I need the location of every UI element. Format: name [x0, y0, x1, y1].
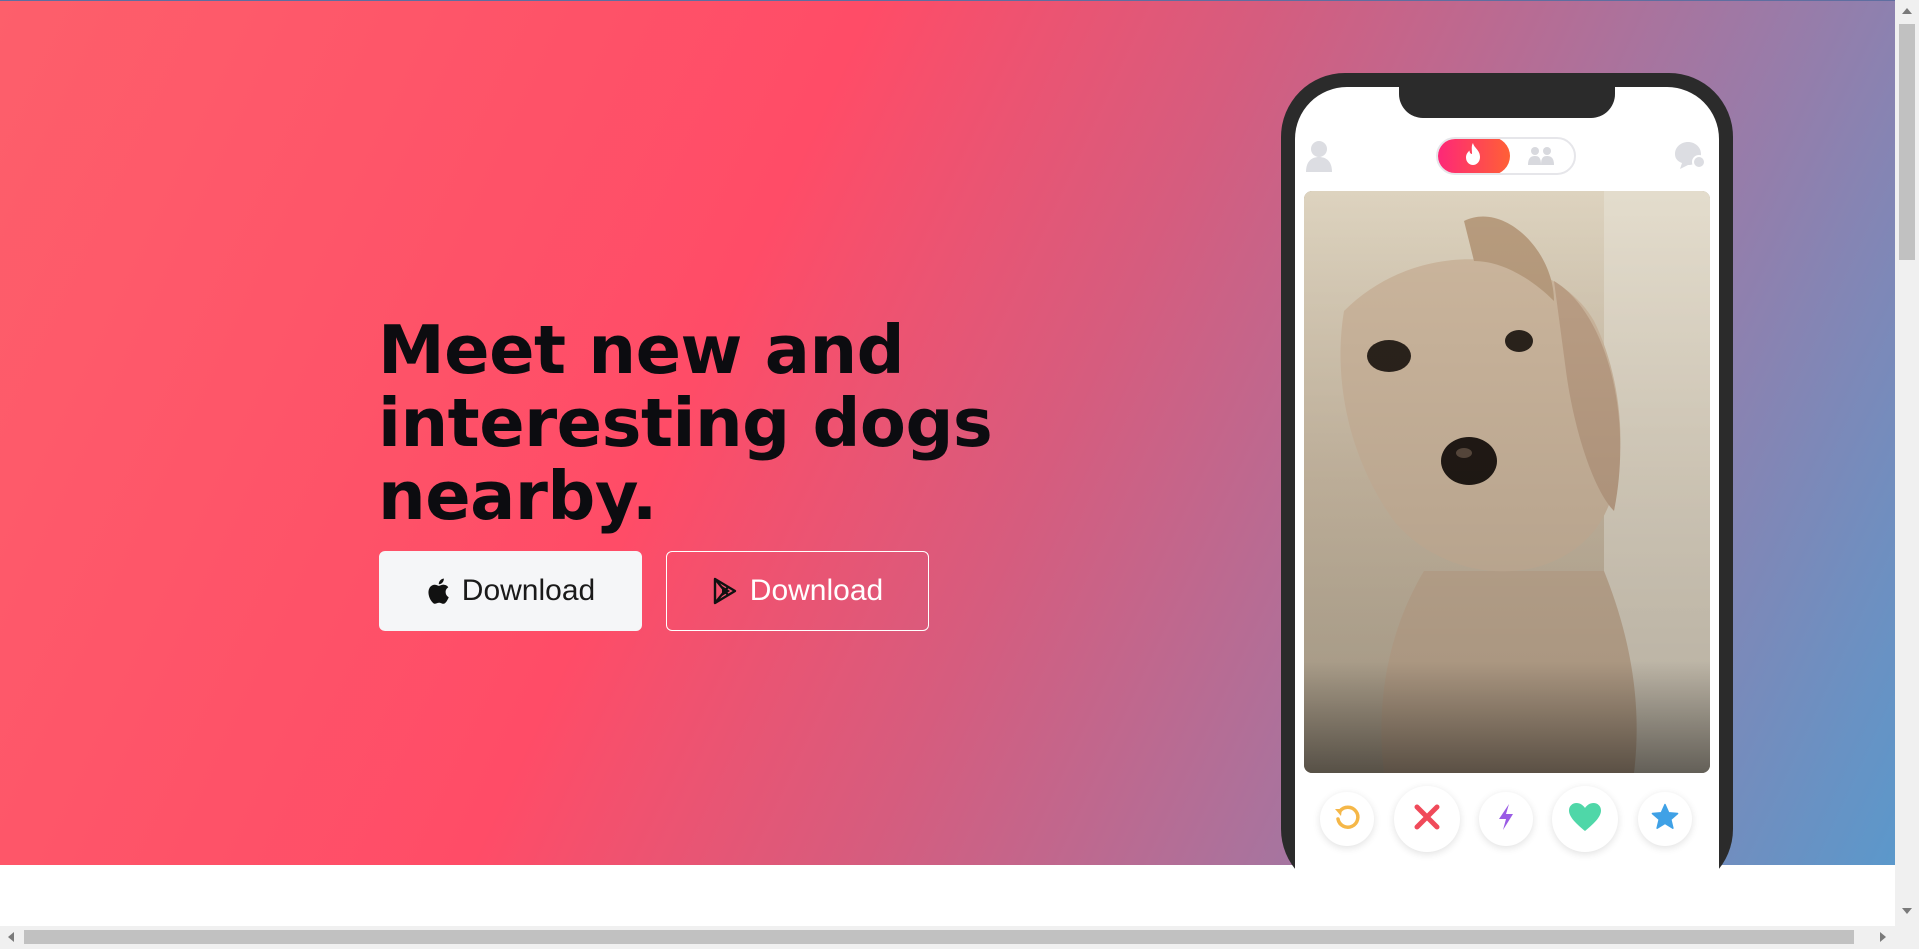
- vertical-scrollbar[interactable]: [1895, 0, 1919, 926]
- scroll-right-arrow-icon[interactable]: [1880, 932, 1886, 942]
- profile-icon[interactable]: [1305, 139, 1333, 177]
- nope-icon: [1412, 802, 1442, 836]
- boost-button[interactable]: [1479, 792, 1533, 846]
- social-mode-icon[interactable]: [1526, 145, 1556, 171]
- hero-headline: Meet new and interesting dogs nearby.: [378, 311, 993, 535]
- horizontal-scrollbar[interactable]: [0, 926, 1919, 949]
- boost-icon: [1497, 803, 1515, 835]
- dog-illustration: [1304, 191, 1710, 773]
- super-like-button[interactable]: [1638, 792, 1692, 846]
- flame-icon: [1463, 142, 1483, 170]
- mode-toggle[interactable]: [1436, 137, 1576, 175]
- google-play-download-button[interactable]: Download: [666, 551, 929, 631]
- messages-icon[interactable]: [1672, 140, 1706, 176]
- page: Meet new and interesting dogs nearby. Do…: [0, 0, 1895, 926]
- scroll-up-arrow-icon[interactable]: [1902, 8, 1912, 14]
- scroll-left-arrow-icon[interactable]: [8, 932, 14, 942]
- dog-profile-photo[interactable]: [1304, 191, 1710, 773]
- rewind-icon: [1332, 802, 1362, 836]
- swipe-mode-option[interactable]: [1438, 139, 1510, 173]
- apple-icon: [426, 577, 450, 605]
- app-store-download-button[interactable]: Download: [379, 551, 642, 631]
- nope-button[interactable]: [1394, 786, 1460, 852]
- google-play-button-label: Download: [749, 574, 884, 607]
- rewind-button[interactable]: [1320, 792, 1374, 846]
- vertical-scroll-thumb[interactable]: [1899, 24, 1915, 260]
- like-icon: [1568, 802, 1602, 836]
- horizontal-scroll-thumb[interactable]: [24, 930, 1854, 944]
- google-play-icon: [712, 577, 738, 605]
- phone-notch: [1399, 86, 1615, 118]
- app-store-button-label: Download: [461, 574, 596, 607]
- super-like-icon: [1651, 803, 1679, 835]
- scroll-down-arrow-icon[interactable]: [1902, 908, 1912, 914]
- like-button[interactable]: [1552, 786, 1618, 852]
